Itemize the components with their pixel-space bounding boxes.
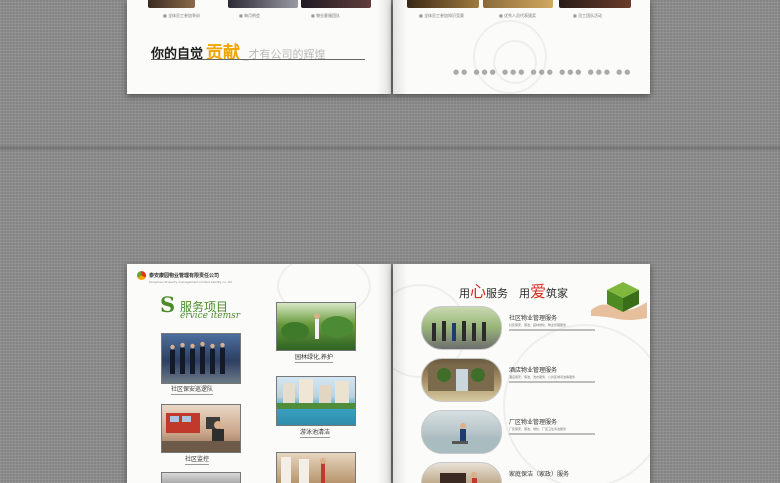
service-title: 社区物业管理服务 — [509, 315, 558, 322]
headline-p3: 筑家 — [546, 287, 569, 300]
photo-thumb — [228, 0, 298, 8]
spine-shadow — [393, 0, 407, 94]
monitor-room-graphic — [162, 413, 240, 452]
service-title: 厂区物业管理服务 — [509, 419, 558, 426]
services-subtitle: ervice itemsr — [180, 311, 241, 321]
spine-shadow — [377, 0, 391, 94]
slogan-underline — [151, 59, 365, 60]
hotel-graphic — [428, 365, 494, 391]
service-row: 家庭保洁（家政）服务 — [421, 462, 639, 483]
photo-caption: 游泳池清洁 — [300, 429, 331, 436]
cleaning-graphic — [281, 457, 326, 483]
headline-h2: 爱 — [530, 282, 547, 301]
company-name-en: KangYuan Property management limited lia… — [149, 280, 232, 284]
security-photo — [161, 333, 241, 384]
spine-shadow — [393, 264, 407, 483]
photo-caption: 全体员工参加季训 — [163, 13, 200, 19]
photo-caption: 园林绿化,养护 — [295, 354, 333, 361]
service-desc: 社区保安、保洁、园林绿化、物业管理服务 — [509, 323, 567, 327]
service-underline — [509, 329, 595, 331]
bottom-right-page: 用心服务 用爱筑家 社区物业管理服务 社区保安、保洁、园林绿化、物业管理服务 酒… — [393, 264, 650, 483]
photo-caption: 物业客服团队 — [311, 13, 340, 19]
photo-thumb — [148, 0, 195, 8]
headline-p2: 服务 用 — [486, 287, 531, 300]
services-initial: S — [160, 292, 176, 317]
community-graphic — [432, 321, 486, 341]
service-photo — [421, 358, 502, 402]
partial-photo — [276, 452, 356, 483]
bottom-left-page: 泰安康园物业管理有限责任公司 KangYuan Property managem… — [127, 264, 391, 483]
photo-thumb — [559, 0, 631, 8]
service-desc: 酒店保安、保洁、洗衣服务、公共区域清洁等服务 — [509, 375, 576, 379]
top-right-page: 全体员工参加知识竞赛 优秀人员代表颁奖 员工团队活动 ●● ●●● ●●● ●●… — [393, 0, 650, 94]
service-underline — [509, 433, 595, 435]
company-name: 泰安康园物业管理有限责任公司 — [149, 273, 220, 279]
photo-caption: 员工团队活动 — [573, 13, 602, 19]
logo-icon — [137, 271, 146, 280]
factory-cleaning-graphic — [422, 423, 501, 453]
service-row: 酒店物业管理服务 酒店保安、保洁、洗衣服务、公共区域清洁等服务 — [421, 358, 639, 402]
spine-shadow — [377, 264, 391, 483]
housekeeping-graphic — [440, 472, 477, 483]
dot-divider: ●● ●●● ●●● ●●● ●●● ●●● ●● — [453, 68, 633, 76]
service-title: 酒店物业管理服务 — [509, 367, 558, 374]
photo-thumb — [301, 0, 371, 8]
service-row: 厂区物业管理服务 厂区保安、保洁、绿化、厂区卫生清洁服务 — [421, 410, 639, 454]
photo-thumb — [483, 0, 553, 8]
garden-graphic — [281, 313, 353, 340]
service-desc: 厂区保安、保洁、绿化、厂区卫生清洁服务 — [509, 427, 567, 431]
decorative-swirl — [493, 40, 537, 84]
photo-thumb — [407, 0, 479, 8]
monitor-photo — [161, 404, 241, 453]
photo-caption: 全体员工参加知识竞赛 — [419, 13, 464, 19]
service-underline — [509, 381, 595, 383]
headline-p1: 用 — [459, 287, 470, 300]
photo-caption: 社区保安巡逻队 — [171, 386, 214, 393]
pool-photo — [276, 376, 356, 426]
photo-caption: 每月例会 — [239, 13, 260, 19]
service-photo — [421, 462, 502, 483]
headline-h1: 心 — [470, 282, 487, 301]
photo-caption: 社区监控 — [185, 456, 210, 463]
service-row: 社区物业管理服务 社区保安、保洁、园林绿化、物业管理服务 — [421, 306, 639, 350]
pool-graphic — [277, 379, 355, 409]
service-photo — [421, 410, 502, 454]
slogan-highlight: 贡献 — [206, 43, 241, 63]
partial-photo — [161, 472, 241, 483]
headline: 用心服务 用爱筑家 — [459, 278, 568, 302]
service-title: 家庭保洁（家政）服务 — [509, 471, 570, 478]
security-guards-graphic — [170, 341, 225, 374]
company-logo: 泰安康园物业管理有限责任公司 — [137, 271, 219, 280]
band-divider — [0, 146, 780, 150]
top-left-page: 全体员工参加季训 每月例会 物业客服团队 你的自觉贡献_才有公司的辉煌 — [127, 0, 391, 94]
photo-caption: 优秀人员代表颁奖 — [499, 13, 536, 19]
garden-photo — [276, 302, 356, 351]
service-photo — [421, 306, 502, 350]
